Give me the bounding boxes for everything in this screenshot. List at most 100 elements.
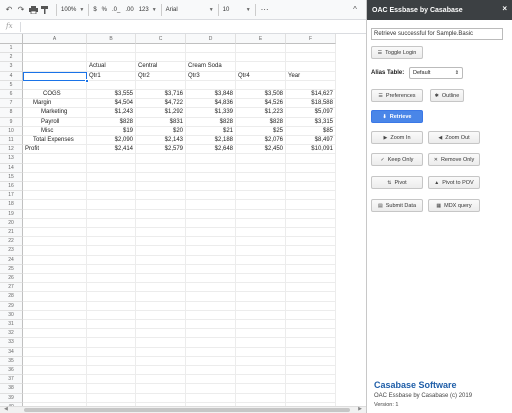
close-icon[interactable]: × bbox=[502, 4, 507, 13]
grid-cell[interactable] bbox=[23, 283, 87, 293]
decrease-decimal-button[interactable]: .0_ bbox=[112, 7, 120, 13]
grid-cell[interactable]: Qtr1 bbox=[87, 71, 136, 81]
grid-cell[interactable]: Central bbox=[136, 62, 186, 72]
row-header[interactable]: 22 bbox=[0, 237, 23, 247]
grid-cell[interactable] bbox=[186, 209, 236, 219]
grid-cell[interactable] bbox=[186, 329, 236, 339]
grid-cell[interactable] bbox=[236, 292, 286, 302]
row-header[interactable]: 4 bbox=[0, 71, 23, 81]
grid-cell[interactable] bbox=[236, 44, 286, 54]
row-header[interactable]: 6 bbox=[0, 90, 23, 100]
grid-cell[interactable]: $21 bbox=[186, 126, 236, 136]
grid-cell[interactable] bbox=[186, 338, 236, 348]
grid-cell[interactable] bbox=[286, 237, 336, 247]
grid-cell[interactable]: COGS bbox=[23, 90, 87, 100]
grid-cell[interactable] bbox=[87, 182, 136, 192]
grid-cell[interactable] bbox=[236, 329, 286, 339]
grid-cell[interactable]: $2,414 bbox=[87, 145, 136, 155]
grid-cell[interactable] bbox=[23, 320, 87, 330]
grid-cell[interactable] bbox=[186, 292, 236, 302]
grid-cell[interactable]: $5,097 bbox=[286, 108, 336, 118]
row-header[interactable]: 35 bbox=[0, 356, 23, 366]
row-header[interactable]: 14 bbox=[0, 163, 23, 173]
grid-cell[interactable] bbox=[286, 172, 336, 182]
grid-cell[interactable]: $831 bbox=[136, 117, 186, 127]
grid-cell[interactable] bbox=[236, 283, 286, 293]
grid-cell[interactable] bbox=[136, 237, 186, 247]
grid-cell[interactable]: $18,588 bbox=[286, 99, 336, 109]
grid-cell[interactable] bbox=[23, 255, 87, 265]
grid-cell[interactable] bbox=[286, 320, 336, 330]
grid-cell[interactable] bbox=[236, 191, 286, 201]
grid-cell[interactable] bbox=[87, 44, 136, 54]
grid-cell[interactable] bbox=[136, 393, 186, 403]
grid-cell[interactable] bbox=[87, 172, 136, 182]
row-header[interactable]: 24 bbox=[0, 255, 23, 265]
grid-cell[interactable] bbox=[186, 44, 236, 54]
grid-cell[interactable] bbox=[286, 393, 336, 403]
grid-cell[interactable] bbox=[136, 329, 186, 339]
grid-cell[interactable] bbox=[87, 218, 136, 228]
submit-data-button[interactable]: ▤ Submit Data bbox=[371, 199, 423, 212]
row-header[interactable]: 31 bbox=[0, 320, 23, 330]
grid-cell[interactable] bbox=[236, 366, 286, 376]
row-header[interactable]: 39 bbox=[0, 393, 23, 403]
grid-cell[interactable] bbox=[286, 191, 336, 201]
grid-cell[interactable] bbox=[236, 182, 286, 192]
percent-format-button[interactable]: % bbox=[102, 7, 107, 13]
grid-cell[interactable] bbox=[136, 209, 186, 219]
toggle-login-button[interactable]: ☰ Toggle Login bbox=[371, 46, 423, 59]
row-header[interactable]: 10 bbox=[0, 126, 23, 136]
grid-cell[interactable] bbox=[186, 200, 236, 210]
grid-cell[interactable] bbox=[186, 163, 236, 173]
row-header[interactable]: 2 bbox=[0, 53, 23, 63]
grid-cell[interactable] bbox=[286, 163, 336, 173]
column-header[interactable]: E bbox=[236, 34, 286, 44]
grid-cell[interactable] bbox=[136, 200, 186, 210]
grid-cell[interactable] bbox=[136, 228, 186, 238]
row-header[interactable]: 1 bbox=[0, 44, 23, 54]
grid-cell[interactable] bbox=[23, 191, 87, 201]
row-header[interactable]: 11 bbox=[0, 136, 23, 146]
grid-cell[interactable] bbox=[236, 310, 286, 320]
row-header[interactable]: 17 bbox=[0, 191, 23, 201]
more-icon[interactable]: ⋯ bbox=[260, 3, 270, 17]
grid-cell[interactable] bbox=[87, 393, 136, 403]
grid-cell[interactable] bbox=[186, 274, 236, 284]
grid-cell[interactable] bbox=[136, 338, 186, 348]
grid-cell[interactable] bbox=[236, 172, 286, 182]
grid-cell[interactable]: $1,292 bbox=[136, 108, 186, 118]
grid-cell[interactable] bbox=[286, 62, 336, 72]
grid-cell[interactable] bbox=[186, 182, 236, 192]
grid-cell[interactable]: Margin bbox=[23, 99, 87, 109]
zoom-out-button[interactable]: ◀ Zoom Out bbox=[428, 131, 480, 144]
grid-cell[interactable]: $1,223 bbox=[236, 108, 286, 118]
grid-cell[interactable] bbox=[136, 172, 186, 182]
print-icon[interactable] bbox=[28, 3, 38, 17]
grid-cell[interactable] bbox=[136, 182, 186, 192]
grid-cell[interactable] bbox=[136, 154, 186, 164]
grid-cell[interactable] bbox=[136, 274, 186, 284]
collapse-toolbar-icon[interactable]: ^ bbox=[350, 3, 360, 17]
grid-cell[interactable] bbox=[186, 283, 236, 293]
grid-cell[interactable] bbox=[136, 301, 186, 311]
grid-cell[interactable] bbox=[186, 218, 236, 228]
grid-cell[interactable] bbox=[87, 338, 136, 348]
grid-cell[interactable] bbox=[87, 375, 136, 385]
grid-cell[interactable] bbox=[286, 310, 336, 320]
grid-cell[interactable] bbox=[286, 264, 336, 274]
keep-only-button[interactable]: ✓ Keep Only bbox=[371, 153, 423, 166]
grid-cell[interactable] bbox=[236, 53, 286, 63]
grid-cell[interactable] bbox=[286, 218, 336, 228]
grid-cell[interactable]: $2,076 bbox=[236, 136, 286, 146]
column-header[interactable]: F bbox=[286, 34, 336, 44]
row-header[interactable]: 7 bbox=[0, 99, 23, 109]
grid-cell[interactable] bbox=[286, 255, 336, 265]
grid-cell[interactable] bbox=[286, 347, 336, 357]
row-header[interactable]: 29 bbox=[0, 301, 23, 311]
grid-cell[interactable] bbox=[236, 347, 286, 357]
grid-cell[interactable] bbox=[23, 200, 87, 210]
grid-cell[interactable] bbox=[136, 246, 186, 256]
grid-cell[interactable]: $4,504 bbox=[87, 99, 136, 109]
horizontal-scrollbar[interactable]: ◀ ▶ bbox=[0, 406, 366, 413]
